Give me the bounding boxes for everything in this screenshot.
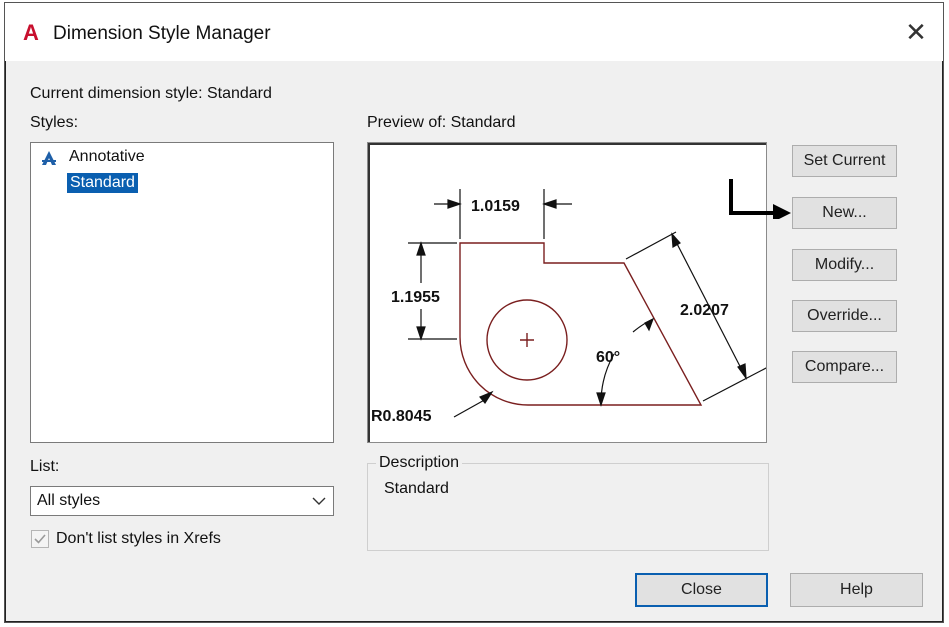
dialog-title: Dimension Style Manager: [53, 23, 271, 44]
dim-radius-text: R0.8045: [371, 408, 432, 425]
dim-angle-text: 60°: [596, 349, 620, 366]
help-button[interactable]: Help: [790, 573, 923, 607]
close-button[interactable]: Close: [635, 573, 768, 607]
new-style-button[interactable]: New...: [792, 197, 897, 229]
autocad-logo-icon: A: [23, 20, 39, 45]
annotation-arrow-icon: [729, 179, 791, 219]
style-item-annotative[interactable]: Annotative: [69, 147, 145, 167]
description-legend: Description: [376, 453, 463, 473]
close-icon[interactable]: ✕: [901, 17, 931, 47]
list-filter-select[interactable]: All styles: [30, 486, 334, 516]
annotative-icon: [42, 151, 56, 165]
set-current-button[interactable]: Set Current: [792, 145, 897, 177]
dimension-style-manager-dialog: A Dimension Style Manager ✕ Current dime…: [4, 2, 944, 623]
radius-dimension: [453, 390, 494, 418]
preview-drawing: 1.0159 1.1955 2.0207 60° R0.8045: [371, 189, 766, 425]
style-item-standard[interactable]: Standard: [67, 173, 138, 193]
description-text: Standard: [384, 480, 449, 497]
xref-checkbox-label: Don't list styles in Xrefs: [56, 530, 221, 547]
dim-horizontal-text: 1.0159: [471, 198, 520, 215]
chevron-down-icon: [312, 497, 326, 505]
compare-button[interactable]: Compare...: [792, 351, 897, 383]
override-button[interactable]: Override...: [792, 300, 897, 332]
checkmark-icon: [34, 534, 46, 544]
part-outline: [459, 242, 703, 406]
style-preview: 1.0159 1.1955 2.0207 60° R0.8045: [367, 142, 767, 443]
styles-label: Styles:: [30, 114, 79, 131]
list-filter-value: All styles: [37, 492, 101, 509]
styles-list[interactable]: Annotative Standard: [30, 142, 334, 443]
list-label: List:: [30, 458, 60, 475]
preview-label: Preview of: Standard: [367, 114, 516, 131]
xref-checkbox[interactable]: [31, 530, 49, 548]
modify-button[interactable]: Modify...: [792, 249, 897, 281]
dim-vertical-text: 1.1955: [391, 289, 440, 306]
description-group: Description Standard: [367, 453, 769, 551]
current-style-label: Current dimension style: Standard: [30, 85, 272, 102]
dim-aligned-text: 2.0207: [680, 302, 729, 319]
title-bar: A Dimension Style Manager ✕: [5, 3, 943, 61]
